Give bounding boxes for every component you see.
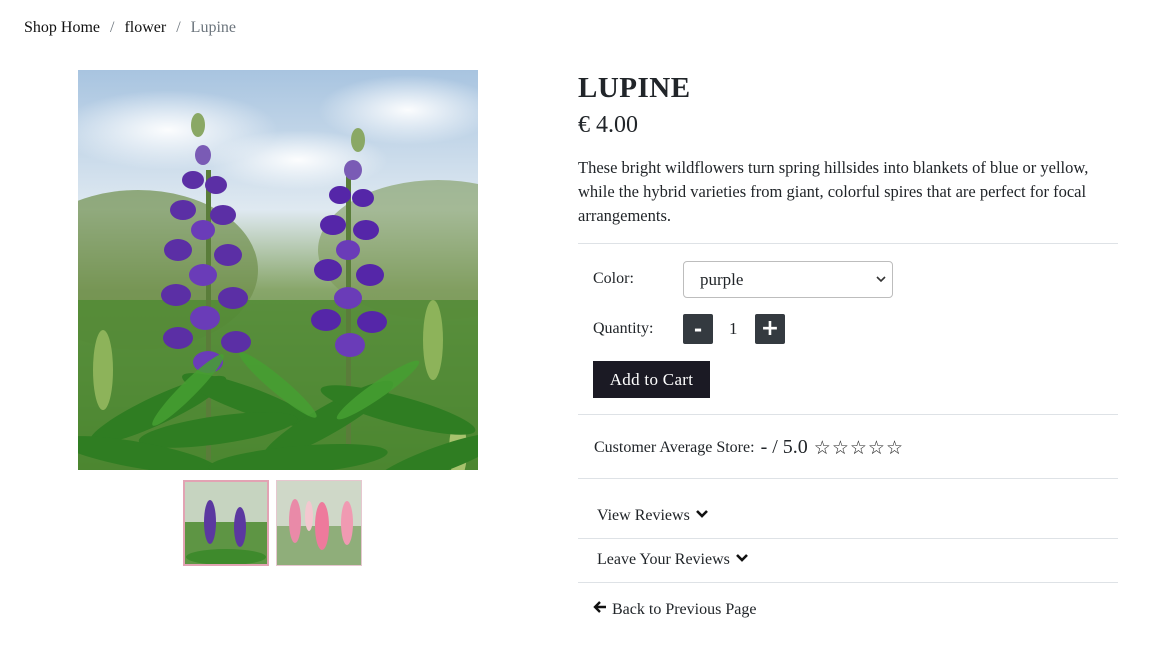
star-outline-icon: ☆ <box>885 436 904 459</box>
divider <box>578 243 1118 244</box>
thumbnail-purple-lupine[interactable] <box>183 480 269 566</box>
color-label: Color: <box>593 270 634 287</box>
customer-rating: Customer Average Store: - / 5.0 ☆ ☆ ☆ ☆ … <box>594 436 903 459</box>
rating-label: Customer Average Store: <box>594 438 755 456</box>
star-outline-icon: ☆ <box>849 436 867 459</box>
chevron-down-icon <box>735 551 749 569</box>
quantity-decrease-button[interactable]: - <box>683 314 713 344</box>
breadcrumb-home-link[interactable]: Shop Home <box>24 19 100 37</box>
breadcrumb-separator: / <box>110 19 115 36</box>
star-outline-icon: ☆ <box>831 436 849 459</box>
thumbnail-pink-lupine[interactable] <box>276 480 362 566</box>
breadcrumb-separator: / <box>176 19 181 36</box>
breadcrumb-current: Lupine <box>190 19 236 36</box>
star-outline-icon: ☆ <box>867 436 885 459</box>
product-price: € 4.00 <box>578 112 638 138</box>
leave-reviews-label: Leave Your Reviews <box>597 551 730 568</box>
rating-value: - / 5.0 <box>760 436 808 458</box>
back-link-label: Back to Previous Page <box>612 600 757 618</box>
divider <box>578 478 1118 479</box>
view-reviews-label: View Reviews <box>597 507 690 524</box>
product-description: These bright wildflowers turn spring hil… <box>578 158 1089 225</box>
arrow-left-icon <box>593 600 608 619</box>
divider <box>578 582 1118 583</box>
divider <box>578 414 1118 415</box>
divider <box>578 538 1118 539</box>
quantity-value: 1 <box>729 319 738 338</box>
breadcrumb-category-link[interactable]: flower <box>124 19 166 37</box>
add-to-cart-button[interactable]: Add to Cart <box>593 361 710 398</box>
leave-reviews-toggle[interactable]: Leave Your Reviews <box>597 551 749 569</box>
chevron-down-icon <box>876 262 886 311</box>
star-outline-icon: ☆ <box>813 436 831 459</box>
thumbnail-strip <box>183 480 362 566</box>
color-select-value: purple <box>700 270 744 289</box>
rating-stars: ☆ ☆ ☆ ☆ ☆ <box>814 437 903 459</box>
quantity-increase-button[interactable]: + <box>755 314 785 344</box>
quantity-label: Quantity: <box>593 320 654 337</box>
view-reviews-toggle[interactable]: View Reviews <box>597 507 709 525</box>
back-to-previous-page-link[interactable]: Back to Previous Page <box>593 600 756 619</box>
product-main-image <box>78 70 478 470</box>
chevron-down-icon <box>695 507 709 525</box>
color-select[interactable]: purple <box>683 261 893 298</box>
product-title: LUPINE <box>578 72 691 104</box>
breadcrumb: Shop Home / flower / Lupine <box>24 19 236 37</box>
